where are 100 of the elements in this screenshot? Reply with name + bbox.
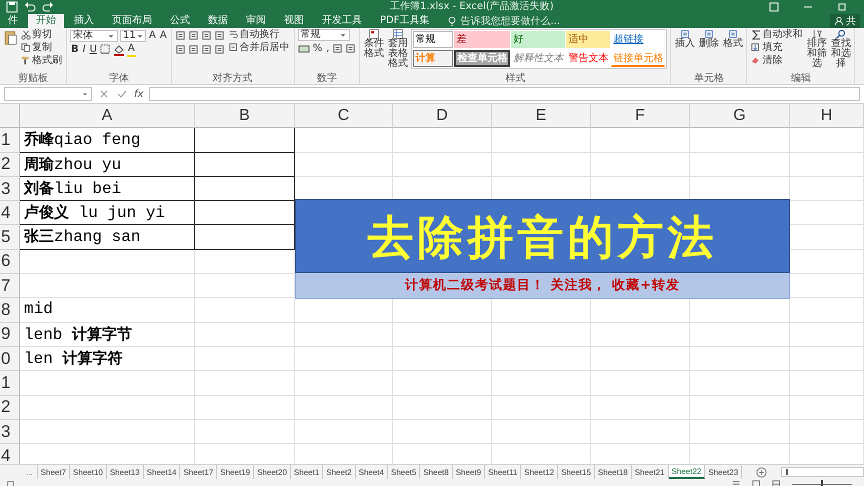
ribbon-tab[interactable]: 公式 [162, 14, 198, 28]
format-button[interactable]: U [88, 44, 98, 56]
cancel-icon[interactable] [98, 88, 110, 100]
row-header[interactable]: 1 [0, 371, 20, 396]
row-header[interactable]: 3 [0, 176, 20, 202]
row-header[interactable]: 0 [0, 346, 20, 372]
cells-icon[interactable] [680, 29, 690, 39]
save-icon[interactable] [6, 1, 18, 13]
maximize-icon[interactable] [836, 1, 848, 13]
number-format-button[interactable]: , [325, 42, 330, 54]
ribbon-button[interactable]: 自动换行 [228, 29, 291, 41]
cells-button[interactable]: 格式 [722, 29, 744, 49]
redo-icon[interactable] [42, 1, 54, 13]
caret-icon[interactable] [338, 31, 347, 39]
eraser-icon[interactable] [751, 56, 762, 66]
font-name-dropdown[interactable]: 宋体 [70, 30, 118, 42]
align-center-icon[interactable] [188, 44, 199, 55]
borders-icon[interactable] [100, 44, 111, 55]
cells-icon[interactable] [728, 29, 738, 39]
number-format-button[interactable]: % [312, 42, 324, 54]
font-size-button[interactable]: A [148, 30, 157, 42]
ribbon-button[interactable]: 清除 [750, 55, 804, 67]
horizontal-scrollbar[interactable] [781, 467, 864, 477]
enter-icon[interactable] [116, 88, 128, 100]
format-as-table-button[interactable]: 套用表格格式 [387, 29, 408, 69]
align-bottom-icon[interactable] [200, 30, 212, 41]
increase-decimal-icon[interactable] [332, 43, 344, 54]
format-button[interactable]: I [82, 44, 87, 56]
share-button[interactable]: 共 [830, 14, 860, 28]
function-label[interactable]: fx [134, 88, 144, 100]
align-left-icon[interactable] [174, 44, 186, 55]
orientation-icon[interactable] [214, 30, 225, 41]
row-header[interactable]: 7 [0, 274, 20, 298]
brush-icon[interactable] [21, 56, 31, 66]
column-header[interactable]: B [195, 104, 295, 128]
fill-down-icon[interactable] [751, 43, 762, 53]
ribbon-tab[interactable]: 页面布局 [104, 14, 160, 28]
cell-style[interactable]: 常规 [413, 31, 454, 48]
column-header[interactable]: E [492, 104, 591, 128]
row-header[interactable]: 4 [0, 201, 20, 226]
sum-icon[interactable] [751, 29, 762, 41]
align-right-icon[interactable] [200, 44, 212, 55]
person-icon[interactable] [834, 16, 844, 26]
ribbon-tab[interactable]: 数据 [200, 14, 236, 28]
editing-button[interactable]: 查找和选择 [830, 29, 852, 69]
row-header[interactable]: 6 [0, 250, 20, 274]
fill-color-icon[interactable] [112, 44, 125, 56]
row-header[interactable]: 2 [0, 152, 20, 177]
ribbon-button[interactable]: 自动求和 [750, 29, 804, 41]
cells-button[interactable]: 插入 [674, 29, 696, 49]
ribbon-options-icon[interactable] [768, 1, 780, 13]
cell-style[interactable]: 好 [511, 31, 566, 48]
ribbon-tab[interactable]: 开始 [28, 14, 64, 28]
table-icon[interactable] [392, 29, 403, 39]
scissors-icon[interactable] [21, 30, 31, 40]
ribbon-button[interactable]: 合并后居中 [228, 42, 291, 54]
decrease-decimal-icon[interactable] [345, 43, 356, 54]
row-header[interactable]: 9 [0, 322, 20, 347]
row-header[interactable]: 4 [0, 444, 20, 464]
align-middle-icon[interactable] [188, 30, 199, 41]
row-header[interactable]: 2 [0, 396, 20, 420]
ribbon-button[interactable]: 填充 [750, 42, 804, 54]
column-header[interactable]: A [20, 104, 195, 128]
sheet-tab[interactable]: Sheet22 [668, 465, 706, 479]
font-size-dropdown[interactable]: 11 [120, 30, 146, 42]
paste-icon[interactable] [3, 29, 17, 47]
ribbon-tab[interactable]: 开发工具 [314, 14, 370, 28]
wrap-text-icon[interactable] [228, 30, 239, 40]
ribbon-button[interactable]: 格式刷 [20, 55, 63, 67]
ribbon-tab[interactable]: 审阅 [238, 14, 274, 28]
column-header[interactable]: C [295, 104, 393, 128]
editing-button[interactable]: 排序和筛选 [806, 29, 828, 69]
table-icon[interactable] [368, 29, 379, 39]
indent-icon[interactable] [214, 44, 225, 55]
ribbon-tab[interactable]: PDF工具集 [372, 14, 438, 28]
cell-style[interactable]: 适中 [566, 31, 610, 48]
align-top-icon[interactable] [174, 30, 186, 41]
lightbulb-icon[interactable] [447, 15, 458, 27]
undo-icon[interactable] [24, 1, 36, 13]
cell-style[interactable]: 差 [454, 31, 510, 48]
column-header[interactable]: F [591, 104, 690, 128]
copy-icon[interactable] [21, 43, 31, 53]
cells-icon[interactable] [704, 29, 714, 39]
conditional-format-button[interactable]: 条件格式 [363, 29, 384, 59]
row-header[interactable]: 8 [0, 298, 20, 323]
sort-icon[interactable] [812, 29, 822, 39]
row-header[interactable]: 1 [0, 128, 20, 153]
cells-button[interactable]: 删除 [698, 29, 720, 49]
ribbon-tab[interactable]: 件 [0, 14, 26, 28]
column-header[interactable]: D [393, 104, 492, 128]
number-format-dropdown[interactable]: 常规 [298, 29, 350, 41]
ribbon-button[interactable]: 复制 [20, 42, 63, 54]
font-color-button[interactable]: A [126, 42, 136, 56]
currency-icon[interactable] [298, 42, 310, 54]
ribbon-tab[interactable]: 视图 [276, 14, 312, 28]
tell-me-field[interactable]: 告诉我您想要做什么... [460, 16, 590, 26]
format-button[interactable]: B [70, 44, 80, 56]
column-header[interactable]: G [690, 104, 790, 128]
ribbon-button[interactable]: 剪切 [20, 29, 63, 41]
row-header[interactable]: 3 [0, 420, 20, 444]
